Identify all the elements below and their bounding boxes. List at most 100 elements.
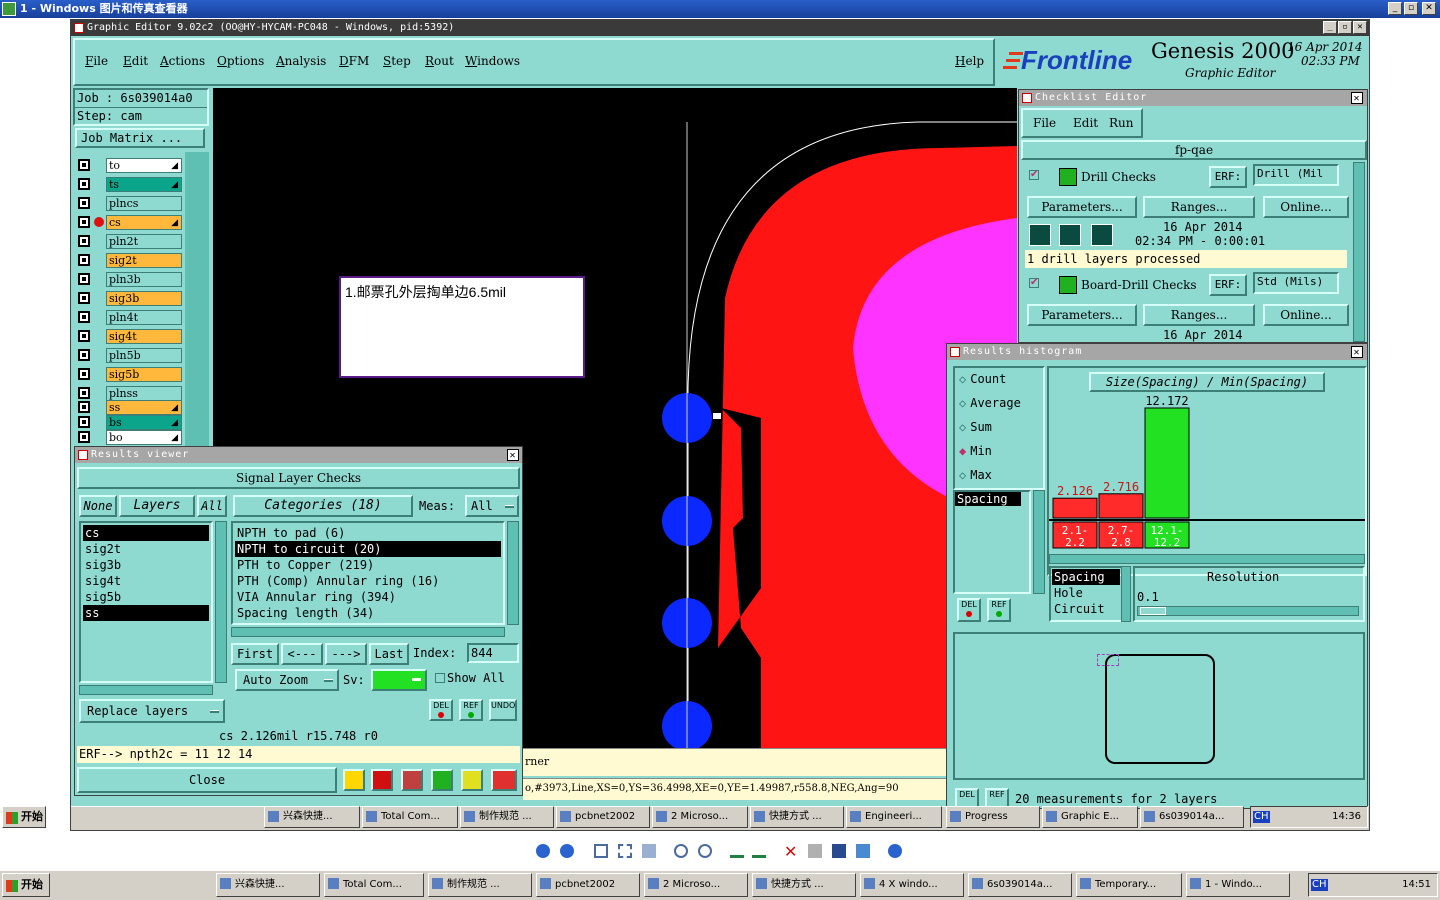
histogram-ref-bottom-button[interactable]: REF <box>985 788 1009 808</box>
menu-edit[interactable]: Edit <box>123 54 148 68</box>
sv-color-select[interactable] <box>371 669 427 691</box>
rv-category-vscroll[interactable] <box>507 521 519 625</box>
replace-layers-select[interactable]: Replace layers <box>79 699 225 723</box>
taskbar-item[interactable]: 制作规范 ... <box>460 806 554 828</box>
board-drill-checkbox[interactable]: ✔ <box>1029 278 1039 288</box>
taskbar-item[interactable]: 6s039014a... <box>1140 806 1244 828</box>
taskbar-item[interactable]: Graphic E... <box>1042 806 1138 828</box>
histogram-option[interactable]: ◇ Sum <box>959 420 992 434</box>
delete-icon[interactable]: ✕ <box>784 842 797 861</box>
histogram-option[interactable]: ◇ Max <box>959 468 992 482</box>
drill-params-button[interactable]: Parameters... <box>1027 196 1137 218</box>
category-list-item[interactable]: VIA Annular ring (394) <box>235 589 501 605</box>
layer-list-scroll[interactable] <box>185 152 209 452</box>
category-list-item[interactable]: PTH to Copper (219) <box>235 557 501 573</box>
prev-button[interactable]: <--- <box>281 643 323 665</box>
layer-list-item[interactable]: sig4t <box>83 573 209 589</box>
menu-step[interactable]: Step <box>383 54 411 68</box>
genesis-minimize-button[interactable]: _ <box>1323 21 1337 34</box>
layer-checkbox[interactable] <box>78 254 90 266</box>
notes-tool-button[interactable] <box>461 769 483 791</box>
layer-row[interactable]: pln2t <box>78 234 182 249</box>
number-tool-button[interactable] <box>431 769 453 791</box>
type-list-item[interactable]: Hole <box>1052 585 1120 601</box>
layer-row[interactable]: ts ◢ <box>78 177 182 192</box>
layer-checkbox[interactable] <box>78 349 90 361</box>
close-button[interactable]: ✕ <box>1422 2 1436 15</box>
layer-row[interactable]: sig2t <box>78 253 182 268</box>
close-results-button[interactable]: Close <box>77 767 337 793</box>
rotate-ccw-icon[interactable] <box>752 844 766 858</box>
menu-dfm[interactable]: DFM <box>339 54 369 68</box>
layer-row[interactable]: bs ◢ <box>78 415 182 430</box>
histogram-option[interactable]: ◆ Min <box>959 444 992 458</box>
all-layers-button[interactable]: All <box>197 495 227 517</box>
layer-row[interactable]: sig4t <box>78 329 182 344</box>
menu-help[interactable]: Help <box>955 54 984 68</box>
rv-ref-button[interactable]: REF <box>459 699 483 721</box>
resolution-slider-thumb[interactable] <box>1140 607 1166 615</box>
layer-list-item[interactable]: sig2t <box>83 541 209 557</box>
maximize-button[interactable]: ▫ <box>1404 2 1418 15</box>
layer-name[interactable]: to ◢ <box>106 158 182 173</box>
chart-tool-button[interactable] <box>491 769 517 791</box>
taskbar-item[interactable]: 2 Microso... <box>644 873 748 897</box>
graph-hscroll[interactable] <box>1049 554 1365 564</box>
run-icon[interactable] <box>1059 224 1081 246</box>
histogram-bar[interactable] <box>1098 493 1144 519</box>
help-icon[interactable] <box>888 844 902 858</box>
layer-list-item[interactable]: sig3b <box>83 557 209 573</box>
rotate-cw-icon[interactable] <box>730 844 744 858</box>
meas-select[interactable]: All <box>465 495 519 517</box>
layer-row[interactable]: plnss <box>78 386 182 401</box>
layer-row[interactable]: sig5b <box>78 367 182 382</box>
layer-checkbox[interactable] <box>78 431 90 443</box>
start-button[interactable]: 开始 <box>2 873 50 897</box>
layer-name[interactable]: sig4t <box>106 329 182 344</box>
menu-analysis[interactable]: Analysis <box>276 54 326 68</box>
layer-list-item[interactable]: ss <box>83 605 209 621</box>
zoom-out-icon[interactable] <box>698 844 712 858</box>
drill-ranges-button[interactable]: Ranges... <box>1143 196 1255 218</box>
highlight-tool-button[interactable] <box>343 769 365 791</box>
category-list-item[interactable]: NPTH to circuit (20) <box>235 541 501 557</box>
minimize-button[interactable]: _ <box>1388 2 1402 15</box>
taskbar-item[interactable]: 1 - Windo... <box>1186 873 1290 897</box>
type-list[interactable]: Spacing Hole Circuit <box>1049 566 1123 622</box>
layer-list-item[interactable]: cs <box>83 525 209 541</box>
language-indicator[interactable]: CH <box>1311 879 1328 891</box>
language-indicator[interactable]: CH <box>1253 811 1270 823</box>
layer-row[interactable]: ss ◢ <box>78 400 182 415</box>
layer-row[interactable]: to ◢ <box>78 158 182 173</box>
previous-image-icon[interactable] <box>536 844 550 858</box>
taskbar-item[interactable]: 制作规范 ... <box>428 873 532 897</box>
layer-checkbox[interactable] <box>78 401 90 413</box>
first-button[interactable]: First <box>231 643 279 665</box>
drill-erf-value[interactable]: Drill (Mil <box>1253 164 1339 186</box>
type-vscroll[interactable] <box>1121 566 1131 622</box>
histogram-del-button[interactable]: DEL <box>957 598 981 622</box>
histogram-option[interactable]: ◇ Average <box>959 396 1021 410</box>
layer-checkbox[interactable] <box>78 330 90 342</box>
print-icon[interactable] <box>808 844 822 858</box>
actual-size-icon[interactable] <box>618 844 632 858</box>
histogram-del-bottom-button[interactable]: DEL <box>955 788 979 808</box>
layer-row[interactable]: pln4t <box>78 310 182 325</box>
index-input[interactable]: 844 <box>467 643 519 663</box>
board-ranges-button[interactable]: Ranges... <box>1143 304 1255 326</box>
type-list-item[interactable]: Circuit <box>1052 601 1120 617</box>
layer-row[interactable]: sig3b <box>78 291 182 306</box>
board-params-button[interactable]: Parameters... <box>1027 304 1137 326</box>
drill-online-button[interactable]: Online... <box>1263 196 1349 218</box>
slideshow-icon[interactable] <box>642 844 656 858</box>
layer-name[interactable]: sig5b <box>106 367 182 382</box>
auto-zoom-select[interactable]: Auto Zoom <box>235 669 339 691</box>
next-button[interactable]: ---> <box>325 643 367 665</box>
taskbar-item[interactable]: 兴森快捷... <box>216 873 320 897</box>
layer-name[interactable]: plncs <box>106 196 182 211</box>
layer-checkbox[interactable] <box>78 178 90 190</box>
layer-checkbox[interactable] <box>78 216 90 228</box>
taskbar-item[interactable]: 快捷方式 ... <box>752 873 856 897</box>
taskbar-item[interactable]: 兴森快捷... <box>264 806 360 828</box>
layer-name[interactable]: bs ◢ <box>106 415 182 430</box>
